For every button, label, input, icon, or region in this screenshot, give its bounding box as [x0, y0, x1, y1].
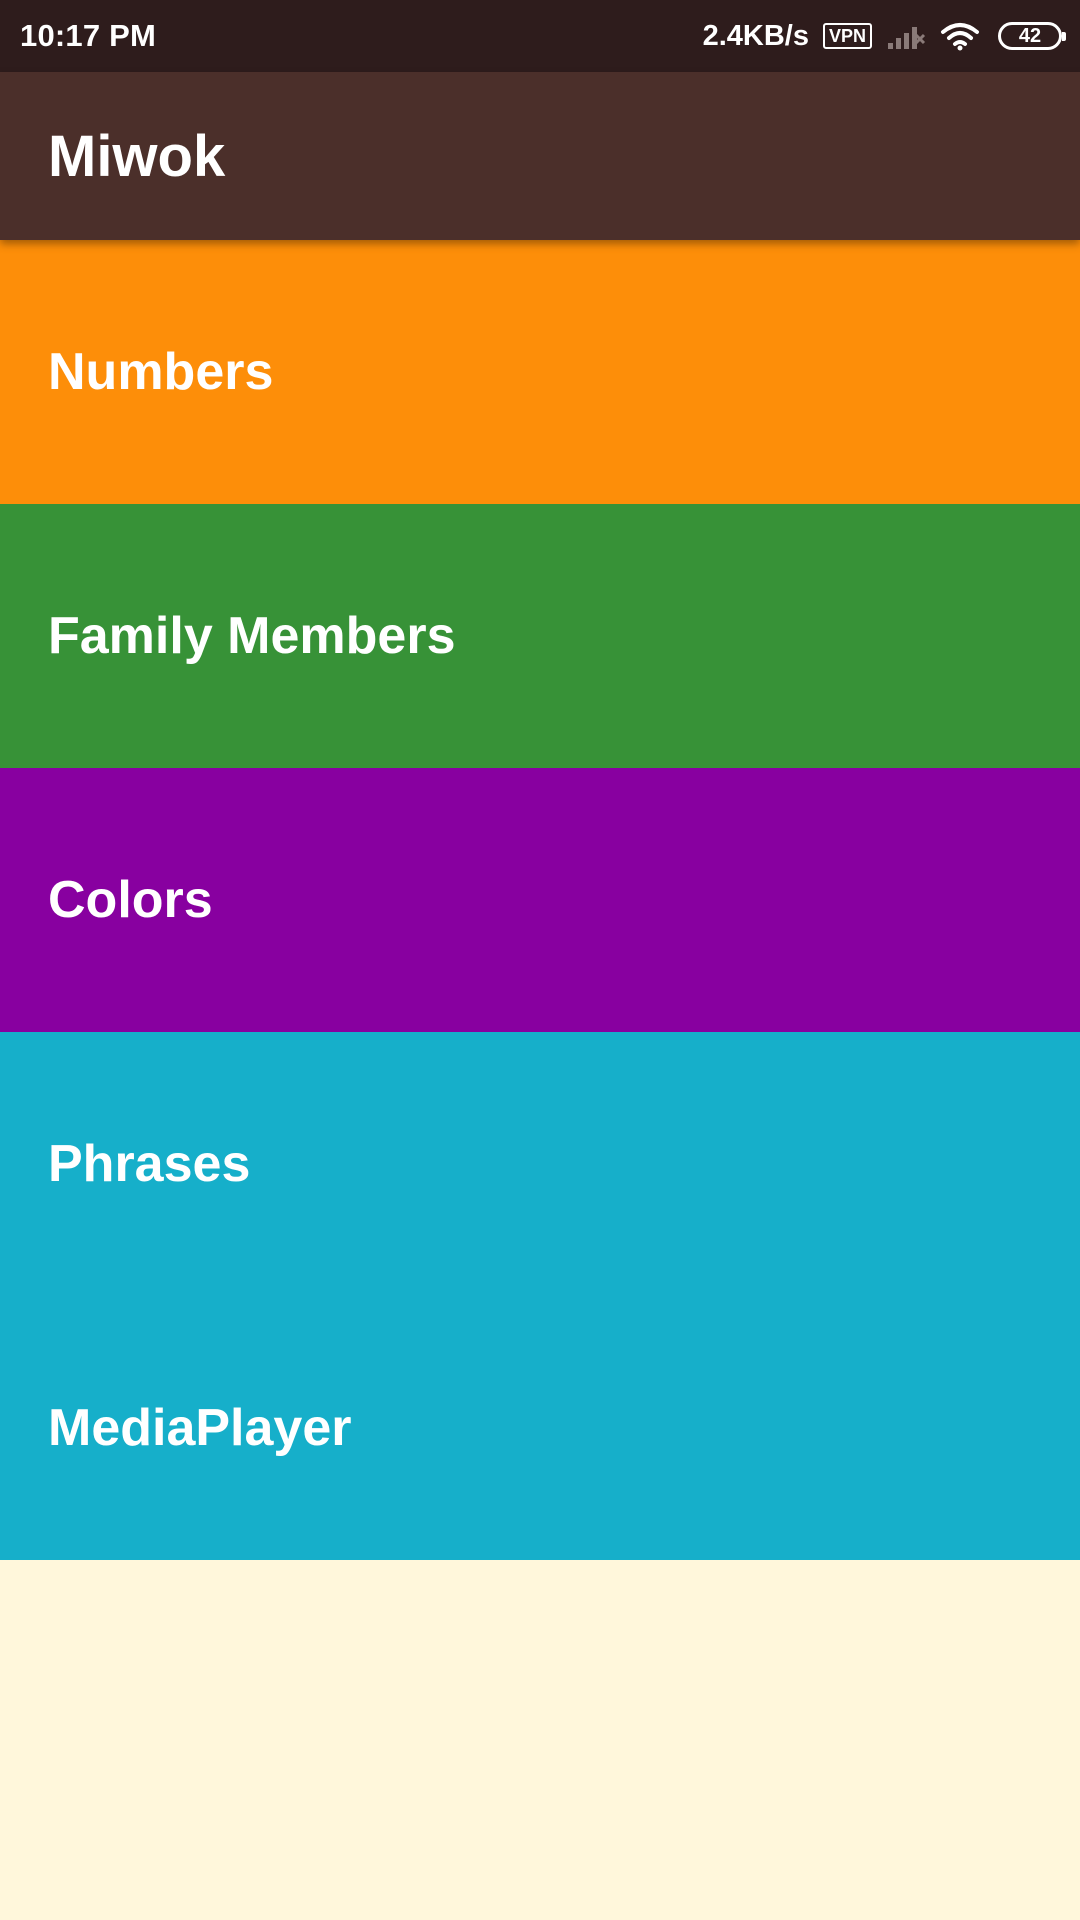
category-label: Family Members [48, 607, 456, 665]
category-label: Numbers [48, 343, 274, 401]
category-label: Colors [48, 871, 213, 929]
category-label: Phrases [48, 1135, 251, 1193]
network-speed: 2.4KB/s [702, 19, 809, 52]
empty-background [0, 1560, 1080, 1920]
battery-icon: 42 [998, 22, 1066, 50]
signal-icon [886, 21, 926, 51]
status-icons: 2.4KB/s VPN 42 [702, 19, 1066, 53]
status-time: 10:17 PM [20, 18, 156, 53]
category-mediaplayer[interactable]: MediaPlayer [0, 1296, 1080, 1560]
category-numbers[interactable]: Numbers [0, 240, 1080, 504]
wifi-icon [940, 21, 980, 51]
category-family-members[interactable]: Family Members [0, 504, 1080, 768]
app-title: Miwok [48, 123, 226, 189]
category-list: Numbers Family Members Colors Phrases Me… [0, 240, 1080, 1560]
app-bar: Miwok [0, 72, 1080, 240]
battery-level: 42 [1018, 24, 1042, 47]
vpn-icon: VPN [822, 23, 872, 49]
category-phrases[interactable]: Phrases [0, 1032, 1080, 1296]
status-bar: 10:17 PM 2.4KB/s VPN 42 [0, 0, 1080, 72]
category-colors[interactable]: Colors [0, 768, 1080, 1032]
category-label: MediaPlayer [48, 1399, 352, 1457]
